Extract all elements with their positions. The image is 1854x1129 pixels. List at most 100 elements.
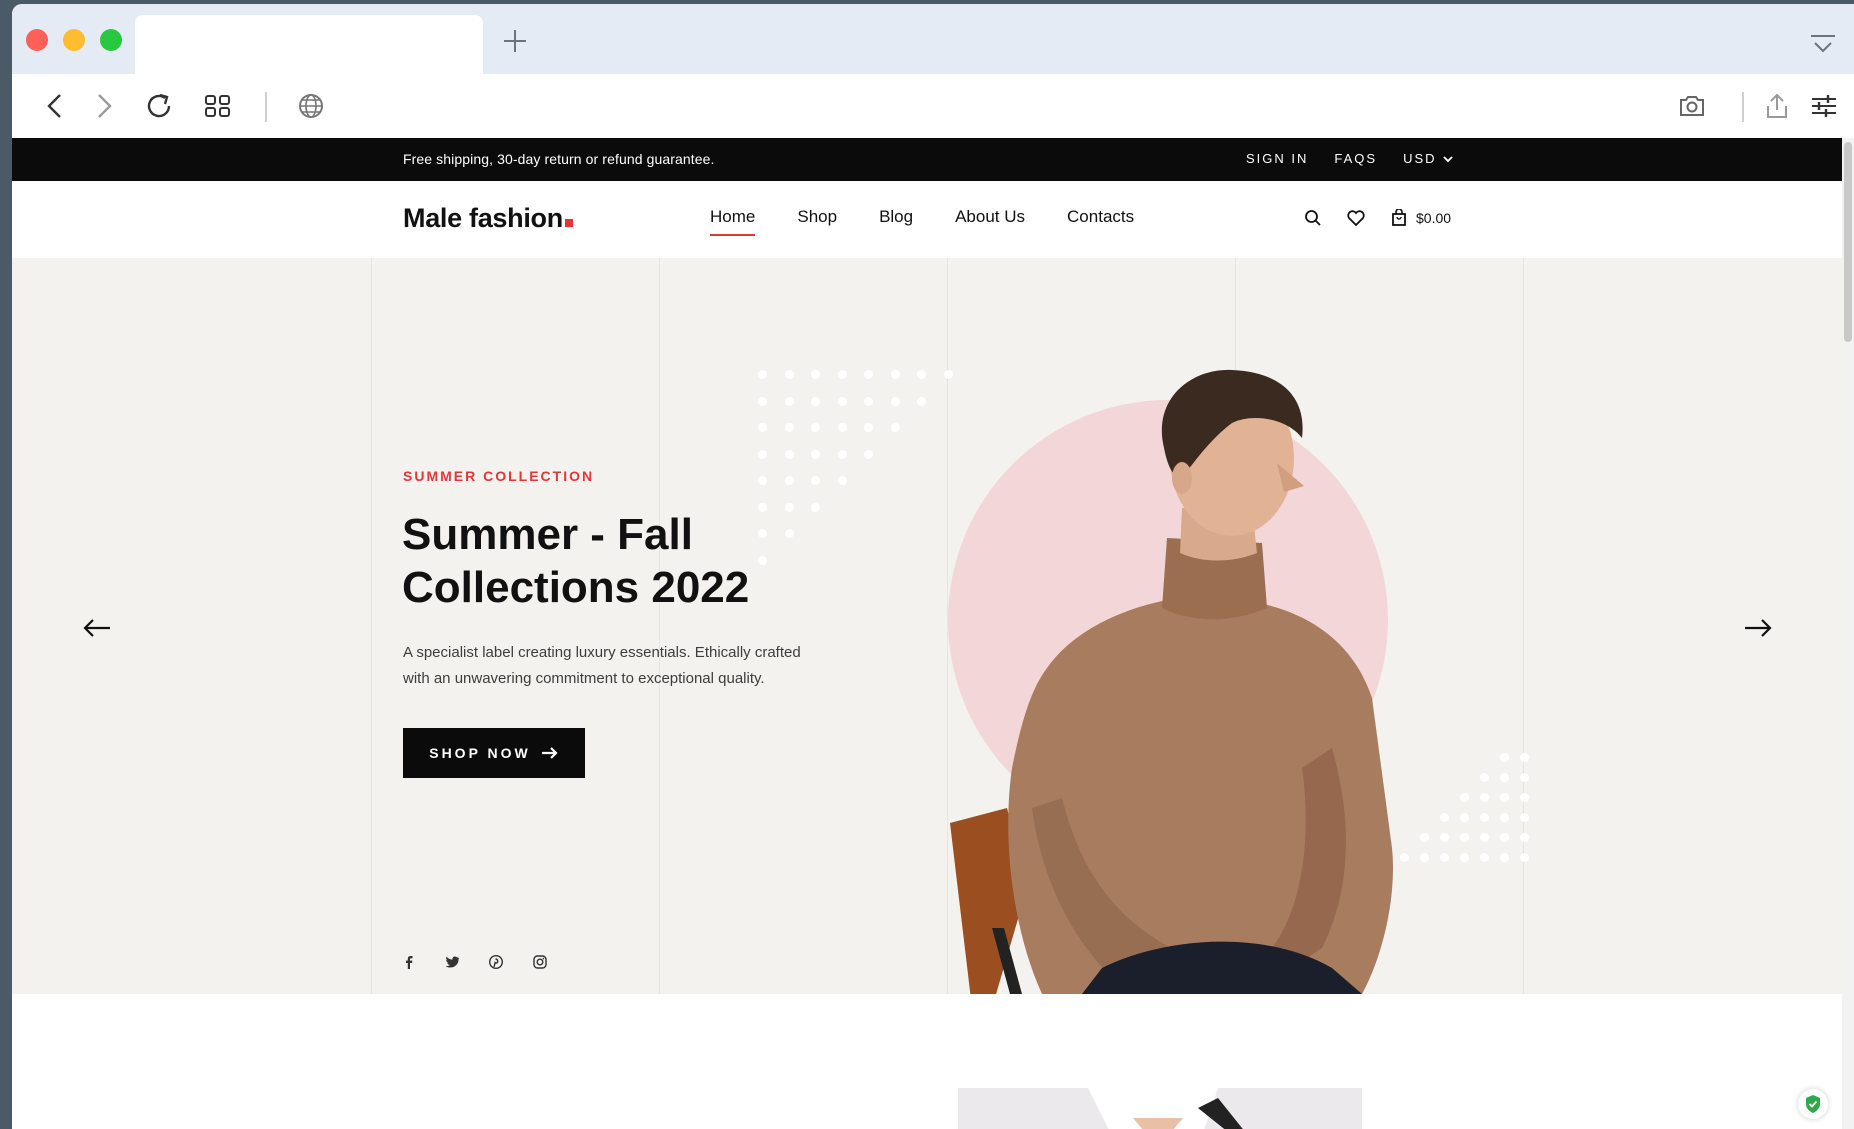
shop-now-label: SHOP NOW — [429, 745, 531, 761]
decor-dot — [1460, 813, 1469, 822]
sign-in-link[interactable]: SIGN IN — [1246, 151, 1308, 166]
scrollbar-thumb[interactable] — [1844, 142, 1852, 342]
decor-dot — [811, 396, 820, 406]
shop-now-button[interactable]: SHOP NOW — [403, 728, 585, 778]
decor-dot — [1440, 813, 1449, 822]
grid-icon[interactable] — [202, 90, 234, 122]
decor-dot — [837, 370, 847, 379]
security-badge[interactable] — [1798, 1089, 1828, 1119]
announcement-message: Free shipping, 30-day return or refund g… — [403, 151, 715, 167]
site-header: Male fashion Home Shop Blog About Us Con… — [12, 181, 1842, 258]
decor-dot — [811, 370, 820, 379]
announcement-bar: Free shipping, 30-day return or refund g… — [12, 138, 1842, 181]
search-icon[interactable] — [1304, 209, 1322, 227]
announcement-links: SIGN IN FAQS USD — [1246, 151, 1453, 166]
decor-dot — [890, 370, 900, 379]
instagram-icon[interactable] — [533, 955, 547, 969]
arrow-left-icon[interactable] — [82, 616, 112, 640]
hero-description: A specialist label creating luxury essen… — [403, 644, 801, 687]
arrow-right-icon[interactable] — [1743, 616, 1773, 640]
nav-blog[interactable]: Blog — [879, 207, 913, 227]
browser-window: Free shipping, 30-day return or refund g… — [12, 4, 1854, 1129]
decor-dot — [1520, 773, 1529, 782]
decor-dot — [758, 370, 767, 379]
decor-dot — [1480, 793, 1489, 802]
cart-total[interactable]: $0.00 — [1416, 210, 1451, 226]
decor-dot — [758, 423, 767, 432]
shopping-bag-icon[interactable] — [1390, 209, 1408, 227]
camera-icon[interactable] — [1676, 90, 1708, 122]
close-window-button[interactable] — [26, 29, 48, 51]
decor-dot — [837, 476, 847, 485]
logo-text: Male fashion — [403, 203, 563, 233]
social-links — [403, 955, 547, 969]
decor-dot — [864, 396, 873, 406]
decor-dot — [1500, 833, 1509, 842]
product-preview-image — [958, 1088, 1362, 1129]
decor-dot — [811, 476, 820, 485]
decor-dot — [837, 449, 847, 459]
web-page: Free shipping, 30-day return or refund g… — [12, 138, 1842, 1129]
currency-select[interactable]: USD — [1403, 151, 1453, 166]
decor-dot — [811, 423, 820, 432]
twitter-icon[interactable] — [445, 956, 459, 968]
decor-dot — [1520, 813, 1529, 822]
sliders-icon[interactable] — [1808, 90, 1840, 122]
decor-dot — [890, 423, 900, 432]
tab-menu-icon[interactable] — [1808, 32, 1838, 56]
arrow-right-icon — [541, 747, 558, 759]
toolbar-separator — [265, 92, 267, 122]
decor-dot — [758, 476, 767, 485]
chevron-right-icon[interactable] — [87, 90, 119, 122]
header-actions: $0.00 — [1304, 209, 1451, 227]
hero-eyebrow: SUMMER COLLECTION — [403, 468, 595, 484]
decor-dot — [811, 449, 820, 459]
tab-strip — [12, 4, 1854, 74]
nav-contacts[interactable]: Contacts — [1067, 207, 1134, 227]
page-scrollbar[interactable] — [1842, 138, 1854, 1129]
decor-dot — [1440, 853, 1449, 862]
browser-tab[interactable] — [135, 15, 483, 74]
shield-check-icon — [1806, 1095, 1820, 1113]
decor-dot — [1500, 773, 1509, 782]
minimize-window-button[interactable] — [63, 29, 85, 51]
decor-dot — [1480, 813, 1489, 822]
nav-shop[interactable]: Shop — [797, 207, 837, 227]
decor-dot — [1480, 833, 1489, 842]
logo-dot — [564, 219, 573, 227]
decor-dot — [1460, 853, 1469, 862]
hero-slider: SUMMER COLLECTION Summer - Fall Collecti… — [12, 258, 1842, 994]
decor-dot — [1480, 853, 1489, 862]
heart-icon[interactable] — [1346, 209, 1366, 227]
decor-dot — [1520, 793, 1529, 802]
hero-grid-line — [659, 258, 660, 994]
decor-dot — [890, 396, 900, 406]
globe-icon[interactable] — [295, 90, 327, 122]
decor-dot — [784, 396, 794, 406]
decor-dot — [1480, 773, 1489, 782]
faqs-link[interactable]: FAQS — [1334, 151, 1377, 166]
chevron-down-icon — [1442, 155, 1453, 162]
decor-dot — [1520, 753, 1529, 762]
nav-home[interactable]: Home — [710, 207, 756, 236]
nav-about-us[interactable]: About Us — [955, 207, 1025, 227]
pinterest-icon[interactable] — [489, 955, 503, 969]
share-icon[interactable] — [1761, 90, 1793, 122]
plus-icon[interactable] — [500, 26, 530, 56]
zoom-window-button[interactable] — [100, 29, 122, 51]
currency-value: USD — [1403, 151, 1437, 166]
decor-dot — [1500, 813, 1509, 822]
hero-headline-line2: Collections 2022 — [402, 563, 750, 612]
decor-dot — [1500, 853, 1509, 862]
site-logo[interactable]: Male fashion — [403, 203, 573, 234]
facebook-icon[interactable] — [403, 955, 415, 969]
decor-dot — [1440, 833, 1449, 842]
reload-icon[interactable] — [143, 90, 175, 122]
browser-toolbar — [12, 74, 1854, 139]
decor-dot — [758, 396, 767, 406]
decor-dot — [917, 396, 926, 406]
decor-dot — [1520, 833, 1529, 842]
decor-dot — [1500, 793, 1509, 802]
chevron-left-icon[interactable] — [40, 90, 72, 122]
hero-headline: Summer - Fall Collections 2022 — [402, 508, 822, 614]
